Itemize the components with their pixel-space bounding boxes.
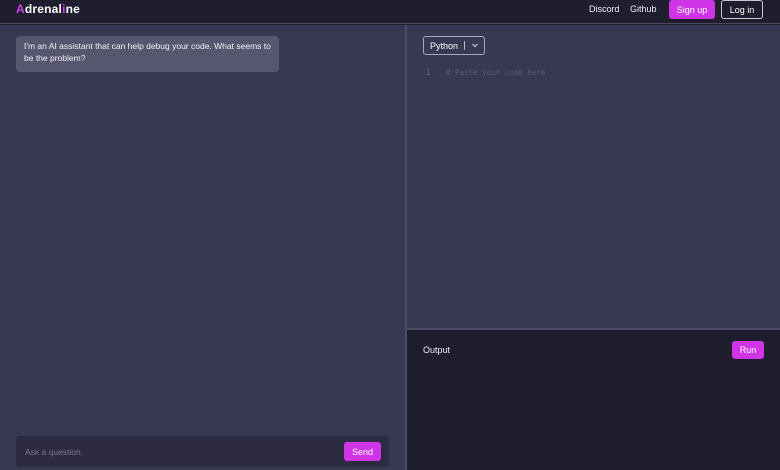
language-select[interactable]: Python — [423, 36, 485, 55]
github-link[interactable]: Github — [630, 4, 657, 14]
run-button[interactable]: Run — [732, 341, 764, 359]
output-label: Output — [423, 345, 451, 355]
line-number: 1 — [426, 68, 431, 77]
ask-bar: Send — [16, 436, 389, 467]
language-select-value: Python — [430, 40, 459, 51]
send-button[interactable]: Send — [344, 442, 381, 461]
log-in-button[interactable]: Log in — [721, 0, 763, 19]
chat-panel: I'm an AI assistant that can help debug … — [0, 25, 405, 470]
logo-accent-letter: A — [16, 2, 25, 16]
logo-text-end: ne — [65, 2, 81, 16]
discord-link[interactable]: Discord — [589, 4, 620, 14]
sign-up-button[interactable]: Sign up — [669, 0, 715, 19]
assistant-message: I'm an AI assistant that can help debug … — [16, 36, 279, 72]
output-panel: Output Run — [407, 330, 780, 470]
code-line: 1 # Paste your code here — [426, 68, 545, 77]
top-bar: Adrenaline Discord Github Sign up Log in — [0, 0, 780, 24]
logo[interactable]: Adrenaline — [16, 2, 80, 16]
ask-question-input[interactable] — [16, 436, 336, 467]
code-editor[interactable]: Python 1 # Paste your code here — [407, 25, 780, 328]
code-placeholder: # Paste your code here — [446, 68, 546, 77]
language-select-separator — [464, 41, 465, 50]
chevron-down-icon — [472, 43, 478, 48]
logo-text: drenal — [24, 2, 63, 16]
